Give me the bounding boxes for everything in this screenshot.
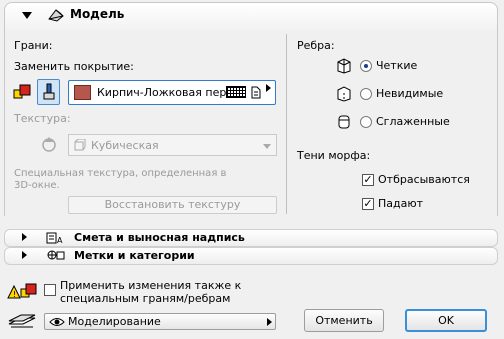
texture-combo[interactable]: Кубическая (68, 134, 277, 156)
brush-icon (43, 83, 55, 100)
view-mode-value: Моделирование (68, 315, 161, 328)
combo-arrow-icon (267, 318, 272, 326)
edges-hidden-label[interactable]: Невидимые (376, 87, 443, 100)
edges-hidden-radio[interactable] (360, 88, 372, 100)
chevron-down-icon (263, 144, 271, 149)
texture-note-line1: Специальная текстура, определенная в (14, 168, 227, 179)
texture-alignment-icon (42, 137, 56, 152)
texture-note-line2: 3D-окне. (14, 180, 60, 191)
svg-text:A: A (57, 236, 63, 245)
morph-tool-icon (48, 9, 64, 22)
sharp-edges-icon (337, 58, 351, 74)
combo-arrow-icon (266, 84, 271, 92)
surface-override-combo[interactable]: Кирпич-Ложковая пер... (68, 80, 276, 105)
expand-arrow-icon[interactable] (22, 233, 27, 241)
listing-label-icon: A (46, 232, 63, 245)
section-tags-title[interactable]: Метки и категории (74, 249, 195, 262)
document-icon (251, 86, 261, 99)
surfaces-label: Грани: (14, 39, 53, 52)
cast-shadows-label[interactable]: Отбрасываются (378, 173, 470, 186)
texture-value: Кубическая (91, 139, 159, 152)
morph-shadows-label: Тени морфа: (297, 149, 371, 162)
receive-shadows-checkbox[interactable]: ✓ (362, 198, 374, 210)
tags-icon (47, 250, 65, 260)
reset-texture-button[interactable]: Восстановить текстуру (68, 196, 277, 214)
edges-smooth-radio[interactable] (360, 116, 372, 128)
surface-color-swatch (74, 85, 91, 100)
apply-to-custom-line1[interactable]: Применить изменения также к (60, 279, 241, 292)
panel-title: Модель (70, 7, 125, 21)
edges-sharp-label[interactable]: Четкие (376, 59, 417, 72)
edges-label: Ребра: (297, 39, 335, 52)
apply-to-custom-checkbox[interactable] (44, 284, 56, 296)
surface-pattern-icon (226, 86, 246, 98)
warning-attributes-icon: ! (7, 283, 37, 299)
section-listing-title[interactable]: Смета и выносная надпись (74, 231, 245, 244)
column-divider (286, 34, 287, 214)
expand-arrow-icon[interactable] (22, 251, 27, 259)
edges-sharp-radio[interactable] (360, 60, 372, 72)
cast-shadows-checkbox[interactable]: ✓ (362, 174, 374, 186)
layers-icon (8, 314, 36, 328)
eye-icon (49, 318, 65, 326)
override-surface-label: Заменить покрытие: (14, 60, 134, 73)
texture-label: Текстура: (14, 112, 71, 125)
edges-smooth-label[interactable]: Сглаженные (376, 115, 450, 128)
collapse-arrow-icon[interactable] (22, 12, 32, 19)
ok-button[interactable]: OK (405, 309, 487, 332)
hidden-edges-icon (337, 86, 351, 102)
smooth-edges-icon (338, 115, 350, 129)
svg-text:!: ! (13, 290, 16, 299)
paint-override-button[interactable] (37, 79, 60, 105)
override-toggle-icon[interactable] (13, 84, 33, 102)
apply-to-custom-line2[interactable]: специальным граням/ребрам (60, 292, 230, 305)
surface-name: Кирпич-Ложковая пер... (97, 86, 237, 99)
cube-icon (74, 139, 86, 151)
view-mode-combo[interactable]: Моделирование (44, 313, 276, 330)
cancel-button[interactable]: Отменить (304, 309, 384, 332)
receive-shadows-label[interactable]: Падают (378, 197, 423, 210)
